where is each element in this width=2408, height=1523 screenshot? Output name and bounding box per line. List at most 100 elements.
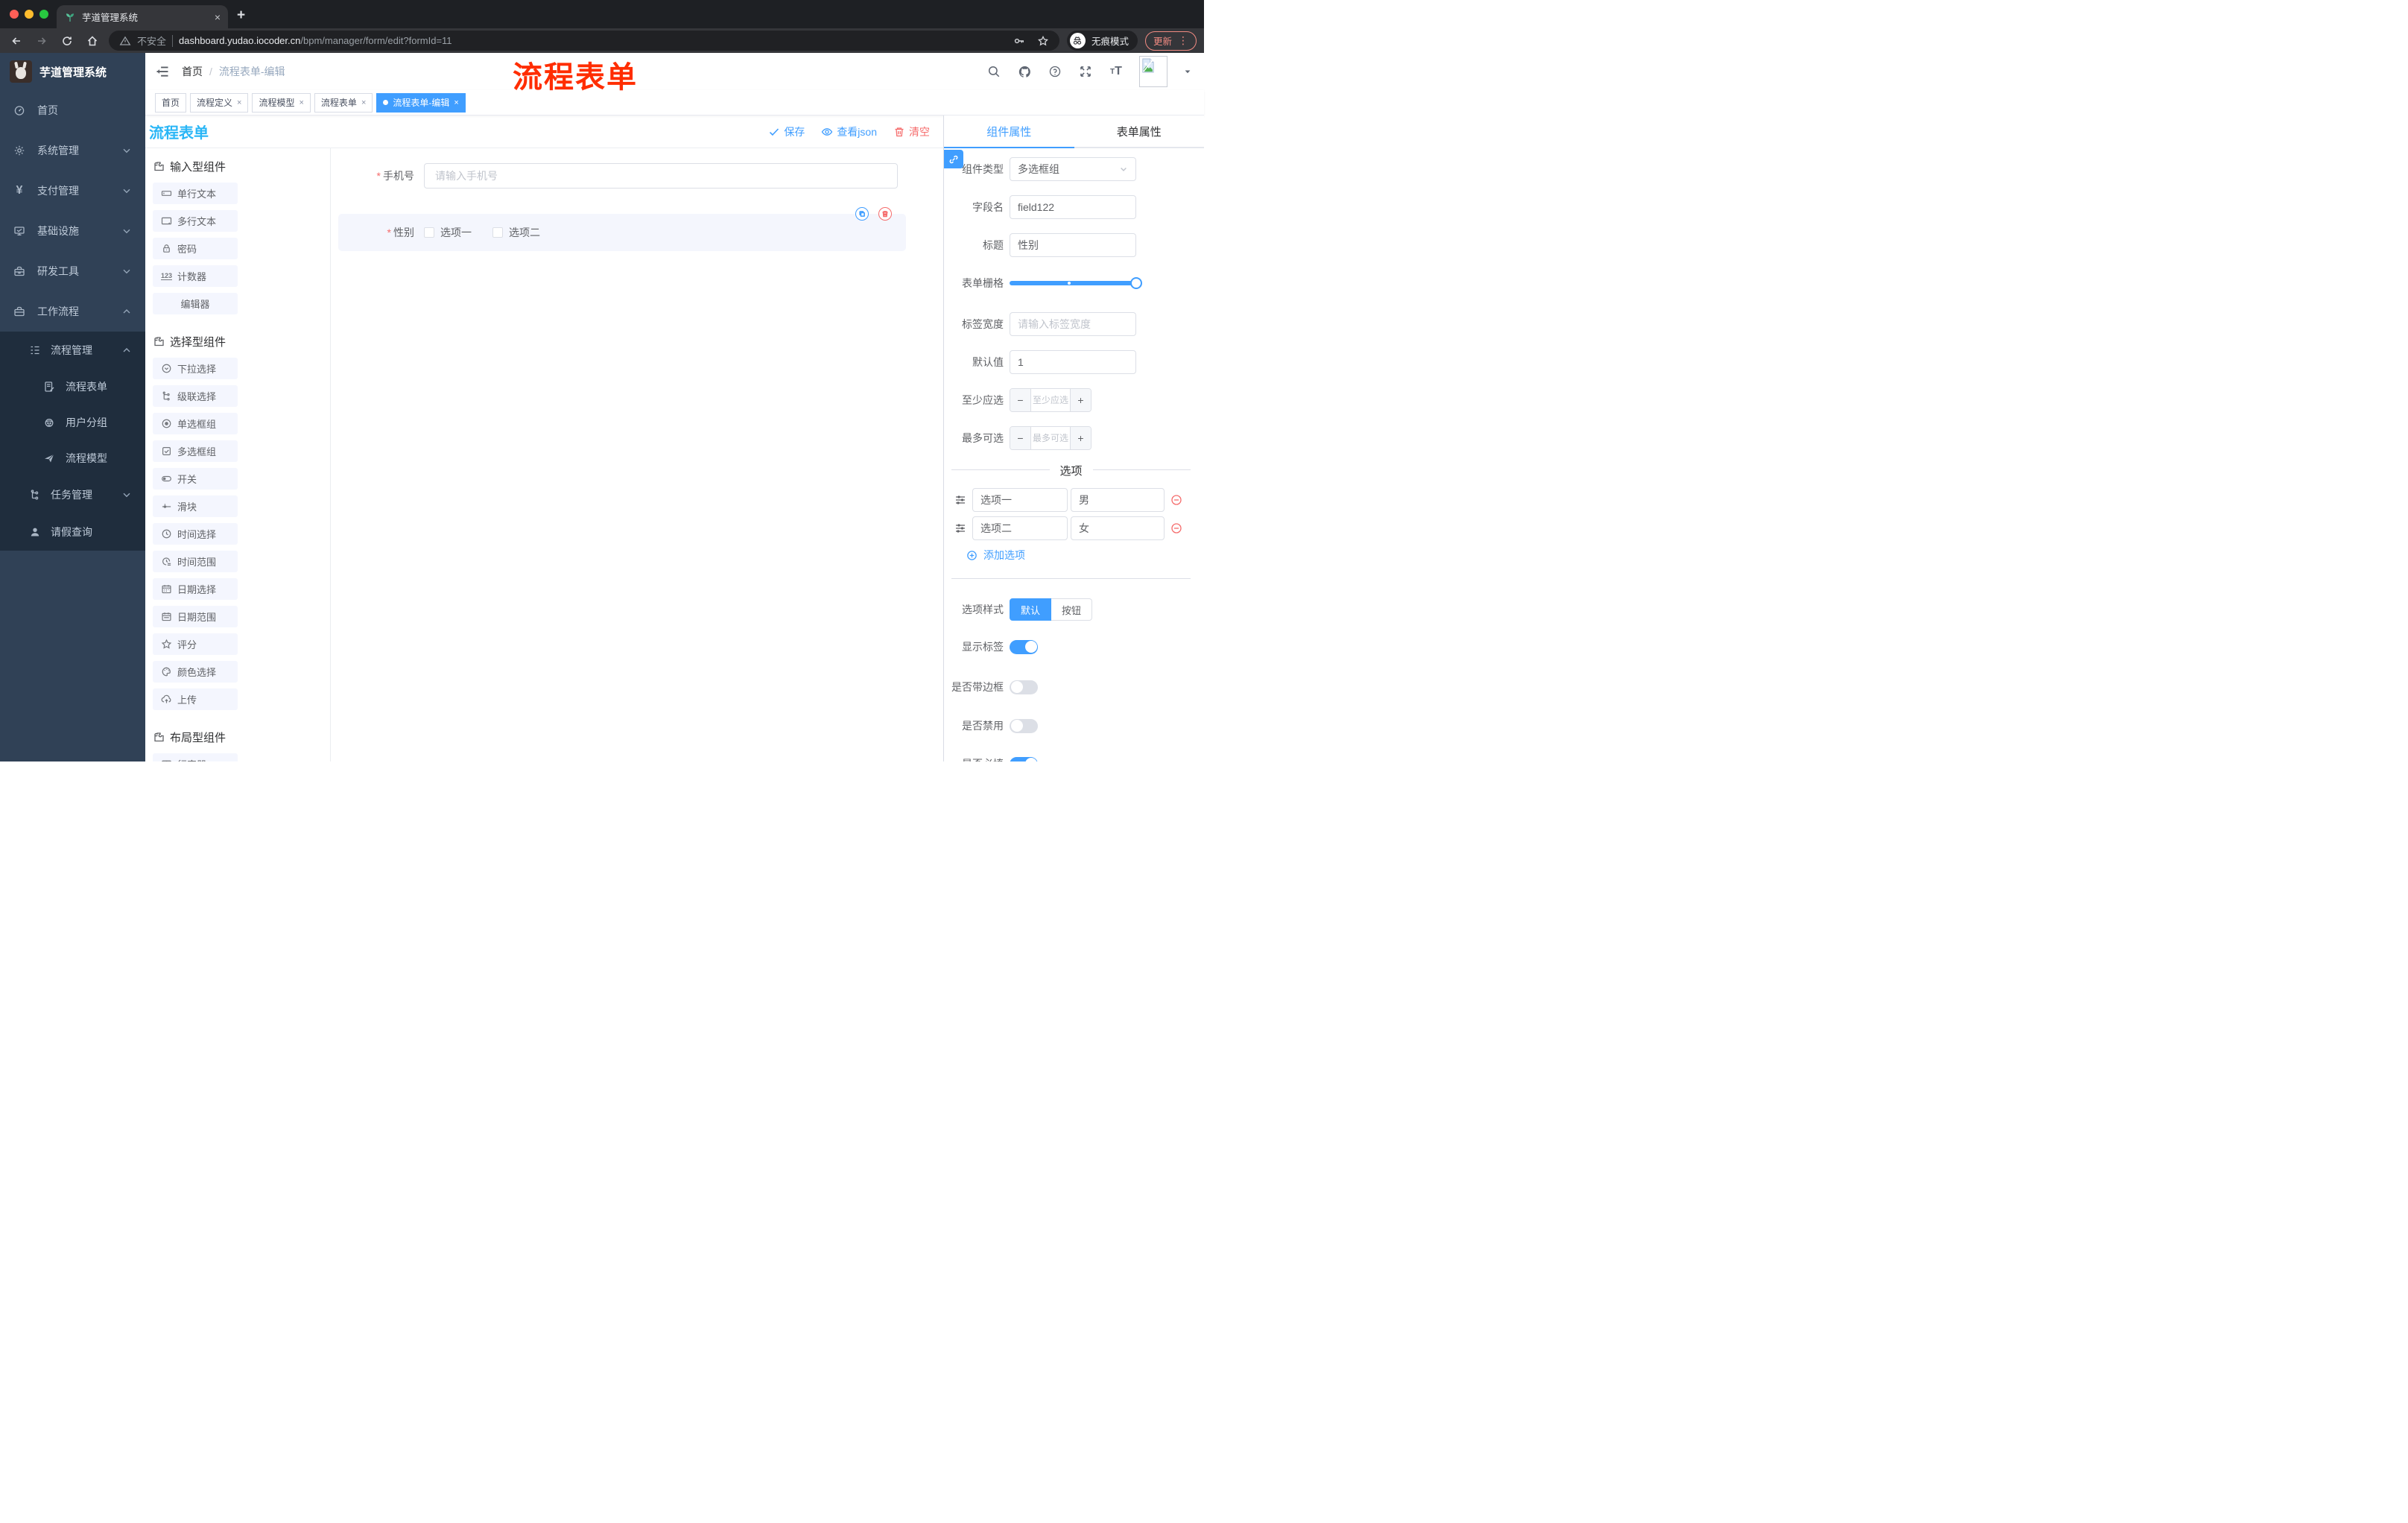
- palette-editor[interactable]: 编辑器: [153, 293, 238, 314]
- tag-process-model[interactable]: 流程模型 ×: [252, 92, 311, 113]
- clear-button[interactable]: 清空: [893, 124, 930, 139]
- back-icon[interactable]: [7, 32, 25, 50]
- tag-close-icon[interactable]: ×: [237, 98, 241, 107]
- sidebar-item-devtools[interactable]: 研发工具: [0, 251, 145, 291]
- palette-row-container[interactable]: 行容器: [153, 753, 238, 762]
- app-logo-row[interactable]: 芋道管理系统: [0, 53, 145, 90]
- form-canvas[interactable]: * 手机号 请输入手机号 * 性别 选项一 选项二: [331, 148, 943, 762]
- palette-single-text[interactable]: 单行文本: [153, 183, 238, 204]
- browser-menu-icon[interactable]: ⋮: [1178, 34, 1188, 47]
- checkbox-icon[interactable]: [424, 227, 434, 238]
- home-icon[interactable]: [83, 32, 101, 50]
- sidebar-item-system[interactable]: 系统管理: [0, 130, 145, 171]
- component-type-select[interactable]: 多选框组: [1010, 157, 1136, 181]
- avatar[interactable]: [1139, 56, 1167, 87]
- required-toggle[interactable]: [1010, 756, 1038, 762]
- maximize-window-button[interactable]: [39, 10, 48, 19]
- phone-field-input[interactable]: [424, 163, 898, 189]
- title-input[interactable]: [1010, 233, 1136, 257]
- drag-handle-icon[interactable]: [954, 494, 966, 506]
- palette-dropdown[interactable]: 下拉选择: [153, 358, 238, 379]
- gender-option1-checkbox[interactable]: 选项一: [424, 225, 472, 240]
- form-grid-slider[interactable]: [1010, 271, 1142, 295]
- delete-component-button[interactable]: [878, 207, 892, 221]
- sidebar-item-process-model[interactable]: 流程模型: [0, 440, 145, 476]
- gender-field-selected[interactable]: * 性别 选项一 选项二: [338, 207, 906, 251]
- forward-icon[interactable]: [33, 32, 51, 50]
- sidebar-item-workflow[interactable]: 工作流程: [0, 291, 145, 332]
- palette-date-picker[interactable]: 日期选择: [153, 578, 238, 600]
- github-icon[interactable]: [1017, 64, 1032, 79]
- gender-option2-checkbox[interactable]: 选项二: [492, 225, 540, 240]
- label-width-input[interactable]: [1010, 312, 1136, 336]
- search-icon[interactable]: [986, 64, 1001, 79]
- avatar-caret-down-icon[interactable]: [1183, 67, 1192, 76]
- max-select-input[interactable]: [1031, 427, 1070, 449]
- address-bar[interactable]: 不安全 dashboard.yudao.iocoder.cn/bpm/manag…: [109, 31, 1059, 51]
- palette-time-range[interactable]: 时间范围: [153, 551, 238, 572]
- update-button[interactable]: 更新 ⋮: [1144, 31, 1197, 51]
- palette-date-range[interactable]: 日期范围: [153, 606, 238, 627]
- option2-value-input[interactable]: [1071, 516, 1165, 540]
- palette-upload[interactable]: 上传: [153, 688, 238, 710]
- plus-button[interactable]: +: [1070, 389, 1091, 411]
- sidebar-item-user-group[interactable]: 用户分组: [0, 405, 145, 440]
- font-size-icon[interactable]: TT: [1109, 64, 1124, 79]
- palette-multi-text[interactable]: 多行文本: [153, 210, 238, 232]
- slider-handle[interactable]: [1130, 277, 1142, 289]
- browser-tab[interactable]: 芋道管理系统 ×: [57, 5, 228, 28]
- palette-slider[interactable]: 滑块: [153, 495, 238, 517]
- palette-switch[interactable]: 开关: [153, 468, 238, 490]
- add-option-button[interactable]: 添加选项: [966, 548, 1194, 563]
- tag-home[interactable]: 首页: [155, 92, 187, 113]
- tag-process-definition[interactable]: 流程定义 ×: [190, 92, 249, 113]
- sidebar-item-process-manage[interactable]: 流程管理: [0, 332, 145, 369]
- remove-option-button[interactable]: [1170, 522, 1182, 534]
- sidebar-item-infra[interactable]: 基础设施: [0, 211, 145, 251]
- plus-button[interactable]: +: [1070, 427, 1091, 449]
- save-button[interactable]: 保存: [768, 124, 805, 139]
- new-tab-button[interactable]: +: [237, 7, 245, 24]
- data-binding-link-tag[interactable]: [944, 150, 963, 168]
- hamburger-collapse-icon[interactable]: [155, 64, 170, 79]
- option1-label-input[interactable]: [972, 488, 1068, 512]
- tag-process-form-edit[interactable]: 流程表单-编辑 ×: [376, 92, 466, 113]
- tag-process-form[interactable]: 流程表单 ×: [314, 92, 373, 113]
- border-toggle[interactable]: [1010, 680, 1038, 694]
- drag-handle-icon[interactable]: [954, 522, 966, 534]
- tab-component-props[interactable]: 组件属性: [944, 115, 1074, 147]
- remove-option-button[interactable]: [1170, 494, 1182, 506]
- tab-form-props[interactable]: 表单属性: [1074, 115, 1205, 147]
- tab-close-icon[interactable]: ×: [215, 11, 221, 23]
- reload-icon[interactable]: [58, 32, 76, 50]
- palette-radio-group[interactable]: 单选框组: [153, 413, 238, 434]
- breadcrumb-home[interactable]: 首页: [182, 64, 203, 79]
- minus-button[interactable]: −: [1010, 389, 1031, 411]
- sidebar-item-task-manage[interactable]: 任务管理: [0, 476, 145, 513]
- minimize-window-button[interactable]: [25, 10, 34, 19]
- style-default-button[interactable]: 默认: [1010, 598, 1052, 621]
- palette-time-picker[interactable]: 时间选择: [153, 523, 238, 545]
- palette-color-picker[interactable]: 颜色选择: [153, 661, 238, 683]
- question-icon[interactable]: [1048, 64, 1062, 79]
- palette-checkbox-group[interactable]: 多选框组: [153, 440, 238, 462]
- duplicate-component-button[interactable]: [855, 207, 869, 221]
- min-select-input[interactable]: [1031, 389, 1070, 411]
- sidebar-item-payment[interactable]: ¥ 支付管理: [0, 171, 145, 211]
- disabled-toggle[interactable]: [1010, 718, 1038, 733]
- password-key-icon[interactable]: [1013, 35, 1025, 47]
- show-label-toggle[interactable]: [1010, 639, 1038, 654]
- field-name-input[interactable]: [1010, 195, 1136, 219]
- palette-counter[interactable]: 123 计数器: [153, 265, 238, 287]
- default-value-input[interactable]: [1010, 350, 1136, 374]
- palette-cascader[interactable]: 级联选择: [153, 385, 238, 407]
- close-window-button[interactable]: [10, 10, 19, 19]
- option1-value-input[interactable]: [1071, 488, 1165, 512]
- tag-close-icon[interactable]: ×: [299, 98, 303, 107]
- minus-button[interactable]: −: [1010, 427, 1031, 449]
- view-json-button[interactable]: 查看json: [821, 124, 877, 139]
- sidebar-item-process-form[interactable]: 流程表单: [0, 369, 145, 405]
- sidebar-item-home[interactable]: 首页: [0, 90, 145, 130]
- option2-label-input[interactable]: [972, 516, 1068, 540]
- phone-field-row[interactable]: * 手机号: [368, 163, 898, 189]
